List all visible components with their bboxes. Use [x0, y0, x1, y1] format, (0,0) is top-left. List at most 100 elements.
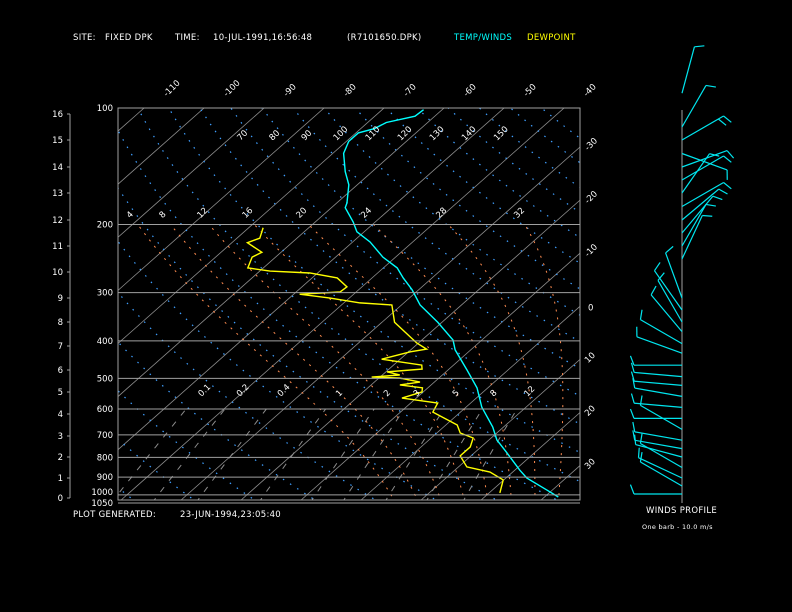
dry-adiabat-label: 110 [364, 125, 383, 144]
wind-barb-shaft [665, 252, 683, 299]
site-label: SITE: [73, 33, 96, 43]
isotherm-line [0, 108, 84, 500]
dry-adiabat-label: 90 [300, 128, 315, 143]
wind-barb [639, 309, 683, 345]
dry-adiabat-line [199, 108, 580, 425]
height-label: 2 [58, 453, 63, 463]
height-label: 15 [52, 136, 63, 146]
dry-adiabat-label: 120 [396, 125, 415, 144]
dry-adiabat-label: 70 [236, 128, 251, 143]
wind-barb [630, 371, 683, 386]
pressure-label: 800 [97, 453, 113, 463]
pressure-label: 100 [97, 104, 113, 114]
height-label: 14 [52, 163, 63, 173]
mixing-ratio-label: 2 [382, 388, 393, 399]
pressure-label: 1000 [91, 488, 113, 498]
wind-barb [639, 395, 683, 430]
file-name: (R7101650.DPK) [347, 33, 422, 43]
isotherm-line [480, 411, 580, 500]
height-label: 6 [58, 366, 63, 376]
wind-barb-flag [717, 118, 727, 126]
isotherm-line [180, 146, 580, 500]
height-label: 10 [52, 268, 63, 278]
isotherm-line [661, 108, 792, 500]
temperature-right-label: 10 [583, 351, 598, 366]
height-label: 5 [58, 388, 63, 398]
dry-adiabat-label: 140 [460, 125, 479, 144]
skew-t-chart: 4 8 12 16 20 24 28 320.1 0.2 0.4 1 2 3 5 8 1270 80 90 100 1… [0, 45, 792, 509]
wind-barb-shaft [634, 387, 683, 397]
height-label: 8 [58, 318, 63, 328]
wind-barb-shaft [681, 195, 714, 234]
temperature-right-label: -30 [583, 136, 600, 153]
pressure-label: 700 [97, 431, 113, 441]
wind-barb-flag [639, 309, 643, 320]
temperature-top-label: -70 [402, 82, 419, 99]
mixing-ratio-label: 8 [489, 388, 500, 399]
wind-barb-shaft [635, 443, 683, 458]
wind-barb-flag [723, 115, 732, 123]
mixing-ratio-line [197, 408, 267, 500]
wind-barb [629, 355, 682, 366]
wind-barb-shaft [681, 150, 728, 168]
dry-adiabat-line [118, 389, 256, 500]
mixing-ratio-line [311, 408, 375, 500]
dry-adiabat-line [292, 108, 580, 343]
time-label: TIME: [175, 33, 200, 43]
wind-barb [681, 203, 716, 247]
dry-adiabat-line [118, 341, 317, 500]
winds-profile-note: One barb - 10.0 m/s [642, 523, 713, 531]
temperature-top-label: -100 [222, 78, 243, 99]
wind-barb [632, 378, 683, 397]
wind-barb-shaft [681, 115, 724, 141]
temperature-top-label: -40 [582, 82, 599, 99]
isotherm-line [118, 108, 265, 238]
temperature-right-label: 20 [583, 404, 598, 419]
mixing-ratio-label: 12 [523, 384, 538, 399]
height-label: 12 [52, 216, 63, 226]
temperature-right-label: 30 [583, 457, 598, 472]
wind-barb-flag [705, 84, 716, 88]
height-label: 0 [58, 494, 63, 504]
wind-barb-flag [723, 155, 732, 163]
temperature-top-label: -50 [522, 82, 539, 99]
wind-barb-flag [630, 393, 635, 404]
moist-adiabat-line [137, 224, 395, 500]
temperature-top-label: -60 [462, 82, 479, 99]
plot-area [0, 108, 792, 500]
wind-barb [639, 452, 683, 487]
wind-barb-shaft [634, 380, 683, 386]
pressure-label: 400 [97, 337, 113, 347]
temperature-right-label: -10 [583, 242, 600, 259]
wind-barb-flag [712, 195, 723, 201]
wind-barb [681, 45, 705, 94]
moist-adiabat-label: 8 [158, 210, 169, 221]
wind-barb-shaft [640, 461, 683, 487]
wind-barb [681, 115, 732, 141]
wind-barb-shaft [681, 215, 703, 260]
temperature-top-label: -80 [342, 82, 359, 99]
moist-adiabat-line [447, 224, 536, 500]
wind-barb-shaft [681, 153, 711, 194]
wind-barb-shaft [634, 371, 683, 378]
wind-barb-flag [639, 452, 643, 463]
dry-adiabat-line [541, 108, 580, 140]
dry-adiabat-label: 150 [492, 125, 511, 144]
dry-adiabat-label: 130 [428, 125, 447, 144]
wind-barb-shaft [681, 46, 696, 94]
mixing-ratio-label: 3 [412, 388, 423, 399]
pressure-label: 600 [97, 405, 113, 415]
winds-profile-title: WINDS PROFILE [646, 506, 718, 516]
temperature-top-label: -90 [282, 82, 299, 99]
dry-adiabat-line [323, 108, 580, 316]
moist-adiabat-label: 20 [295, 206, 310, 221]
pressure-label: 200 [97, 220, 113, 230]
moist-adiabat-label: 12 [196, 206, 211, 221]
height-label: 4 [58, 410, 63, 420]
wind-barb-flag [629, 484, 635, 495]
isotherm-line [360, 305, 580, 500]
dry-adiabat-line [118, 240, 438, 500]
height-label: 13 [52, 189, 63, 199]
mixing-ratio-label: 1 [334, 388, 345, 399]
wind-barb-flag [702, 214, 713, 217]
